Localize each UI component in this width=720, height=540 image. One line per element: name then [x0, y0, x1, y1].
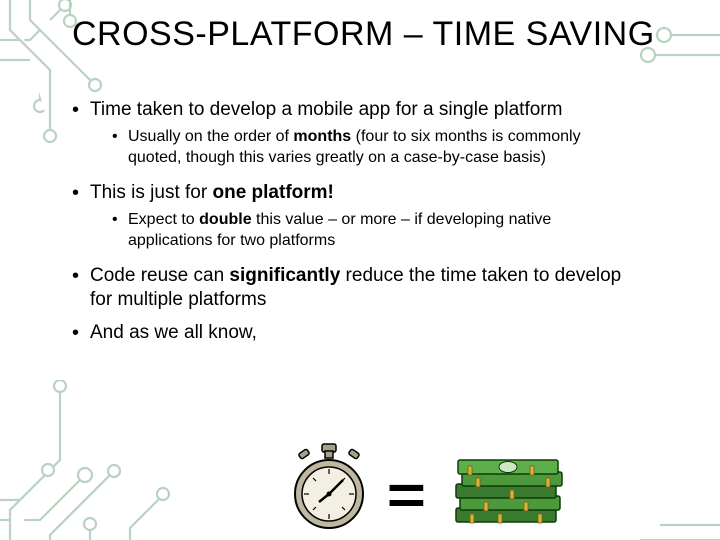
bullet-1: Time taken to develop a mobile app for a…: [72, 98, 632, 169]
slide: CROSS-PLATFORM – TIME SAVING Time taken …: [0, 0, 720, 540]
equals-icon: =: [387, 462, 426, 527]
slide-title: CROSS-PLATFORM – TIME SAVING: [72, 16, 655, 53]
bullet-4: And as we all know,: [72, 321, 632, 345]
money-stack-icon: [450, 452, 570, 530]
stopwatch-icon: [285, 442, 373, 532]
bullet-1-text: Time taken to develop a mobile app for a…: [90, 99, 562, 120]
bullet-2-sub: Expect to double this value – or more – …: [112, 209, 632, 252]
circuit-deco-bottom-left: [0, 380, 170, 540]
bullet-2: This is just for one platform! Expect to…: [72, 181, 632, 252]
bullet-3: Code reuse can significantly reduce the …: [72, 264, 632, 312]
slide-content: Time taken to develop a mobile app for a…: [72, 98, 632, 355]
bullet-1-sub: Usually on the order of months (four to …: [112, 126, 632, 169]
